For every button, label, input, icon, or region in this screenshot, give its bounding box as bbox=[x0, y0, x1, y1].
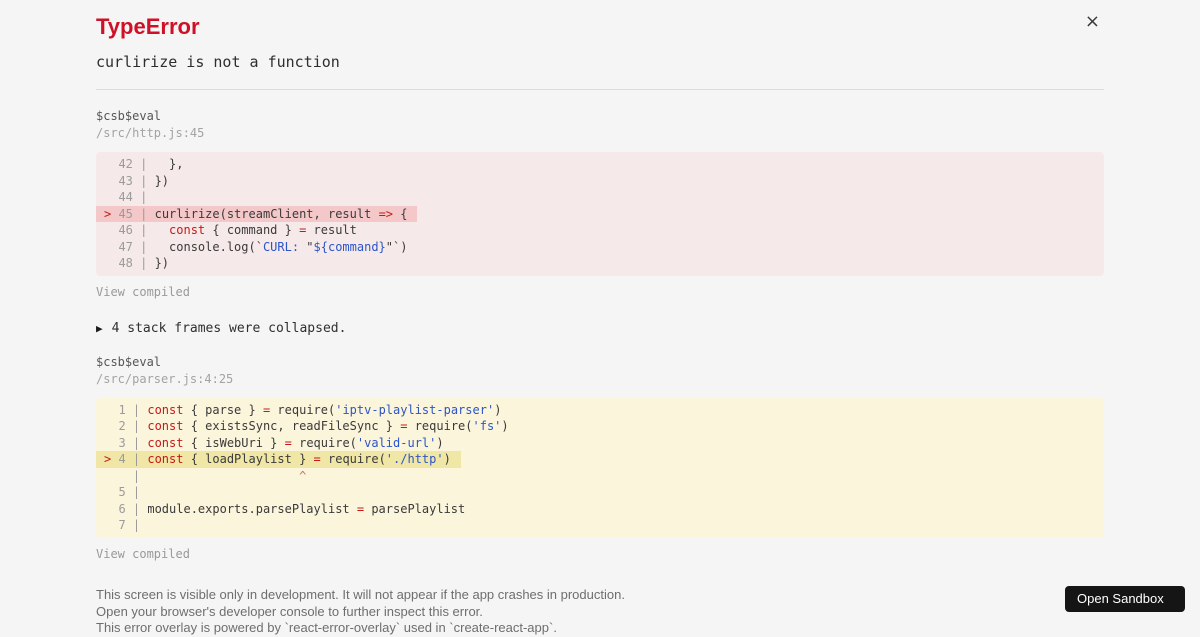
footer-note: This screen is visible only in developme… bbox=[96, 586, 625, 602]
code-line: > 45 | curlirize(streamClient, result =>… bbox=[96, 205, 1104, 223]
code-line: 5 | bbox=[104, 485, 148, 500]
page-title: TypeError bbox=[96, 14, 200, 39]
error-overlay: TypeError curlirize is not a function $c… bbox=[0, 0, 1200, 637]
footer-note: This error overlay is powered by `react-… bbox=[96, 620, 557, 636]
open-sandbox-button[interactable]: Open Sandbox bbox=[1065, 586, 1185, 612]
footer-notes: This screen is visible only in developme… bbox=[96, 587, 1104, 637]
code-line: > 4 | const { loadPlaylist } = require('… bbox=[96, 451, 1104, 468]
code-line: 48 | }) bbox=[104, 256, 170, 271]
collapsed-frames-toggle[interactable]: ▶ 4 stack frames were collapsed. bbox=[96, 321, 1104, 336]
collapsed-frames-label: 4 stack frames were collapsed. bbox=[111, 320, 347, 336]
expand-triangle-icon: ▶ bbox=[96, 321, 103, 335]
stack-frame: $csb$eval /src/parser.js:4:25 1 | const … bbox=[96, 355, 1104, 563]
code-line: 44 | bbox=[104, 190, 155, 205]
code-line: 7 | bbox=[104, 518, 148, 533]
divider bbox=[96, 89, 1104, 91]
stack-frame: $csb$eval /src/http.js:45 42 | }, 43 | }… bbox=[96, 109, 1104, 301]
code-line: 2 | const { existsSync, readFileSync } =… bbox=[104, 419, 509, 434]
frame-function-name: $csb$eval bbox=[96, 354, 162, 369]
footer-note: Open your browser's developer console to… bbox=[96, 603, 483, 619]
code-frame: 42 | }, 43 | }) 44 | > 45 | curlirize(st… bbox=[96, 152, 1104, 276]
code-line: | ^ bbox=[104, 468, 307, 483]
error-message: curlirize is not a function bbox=[96, 53, 340, 72]
code-line: 42 | }, bbox=[104, 157, 184, 172]
code-line: 1 | const { parse } = require('iptv-play… bbox=[104, 402, 502, 417]
code-line: 6 | module.exports.parsePlaylist = parse… bbox=[104, 501, 466, 516]
code-line: 46 | const { command } = result bbox=[104, 223, 357, 238]
code-line: 47 | console.log(`CURL: "${command}"`) bbox=[104, 239, 408, 254]
frame-function-name: $csb$eval bbox=[96, 109, 162, 124]
frame-source-location: /src/parser.js:4:25 bbox=[96, 371, 234, 386]
view-compiled-link[interactable]: View compiled bbox=[96, 547, 190, 561]
code-frame: 1 | const { parse } = require('iptv-play… bbox=[96, 397, 1104, 538]
frame-source-location: /src/http.js:45 bbox=[96, 126, 205, 141]
view-compiled-link[interactable]: View compiled bbox=[96, 285, 190, 299]
code-line: 3 | const { isWebUri } = require('valid-… bbox=[104, 435, 444, 450]
close-icon[interactable]: × bbox=[1085, 13, 1100, 31]
code-line: 43 | }) bbox=[104, 173, 170, 188]
